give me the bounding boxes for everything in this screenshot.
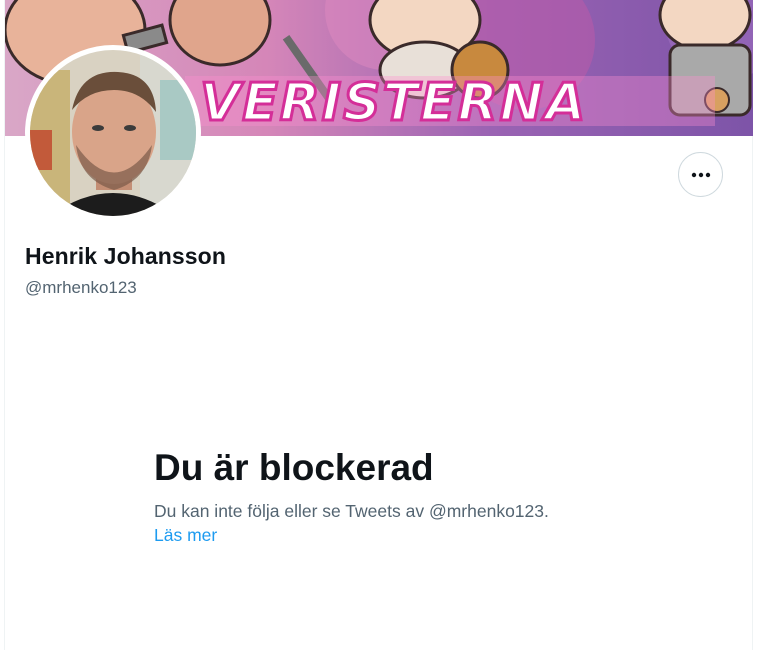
- more-options-button[interactable]: [678, 152, 723, 197]
- more-horizontal-icon: [691, 172, 710, 177]
- learn-more-link[interactable]: Läs mer: [154, 523, 217, 547]
- blocked-notice: Du är blockerad Du kan inte följa eller …: [154, 446, 614, 547]
- avatar[interactable]: [25, 45, 201, 221]
- blocked-message: Du kan inte följa eller se Tweets av @mr…: [154, 501, 549, 521]
- avatar-image: [30, 50, 196, 216]
- blocked-title: Du är blockerad: [154, 447, 434, 488]
- display-name: Henrik Johansson: [25, 243, 226, 269]
- user-handle: @mrhenko123: [25, 278, 137, 297]
- profile-column: VERISTERNA Henrik Johansson @mrhenko123 …: [4, 0, 753, 650]
- banner-title: VERISTERNA: [200, 73, 587, 133]
